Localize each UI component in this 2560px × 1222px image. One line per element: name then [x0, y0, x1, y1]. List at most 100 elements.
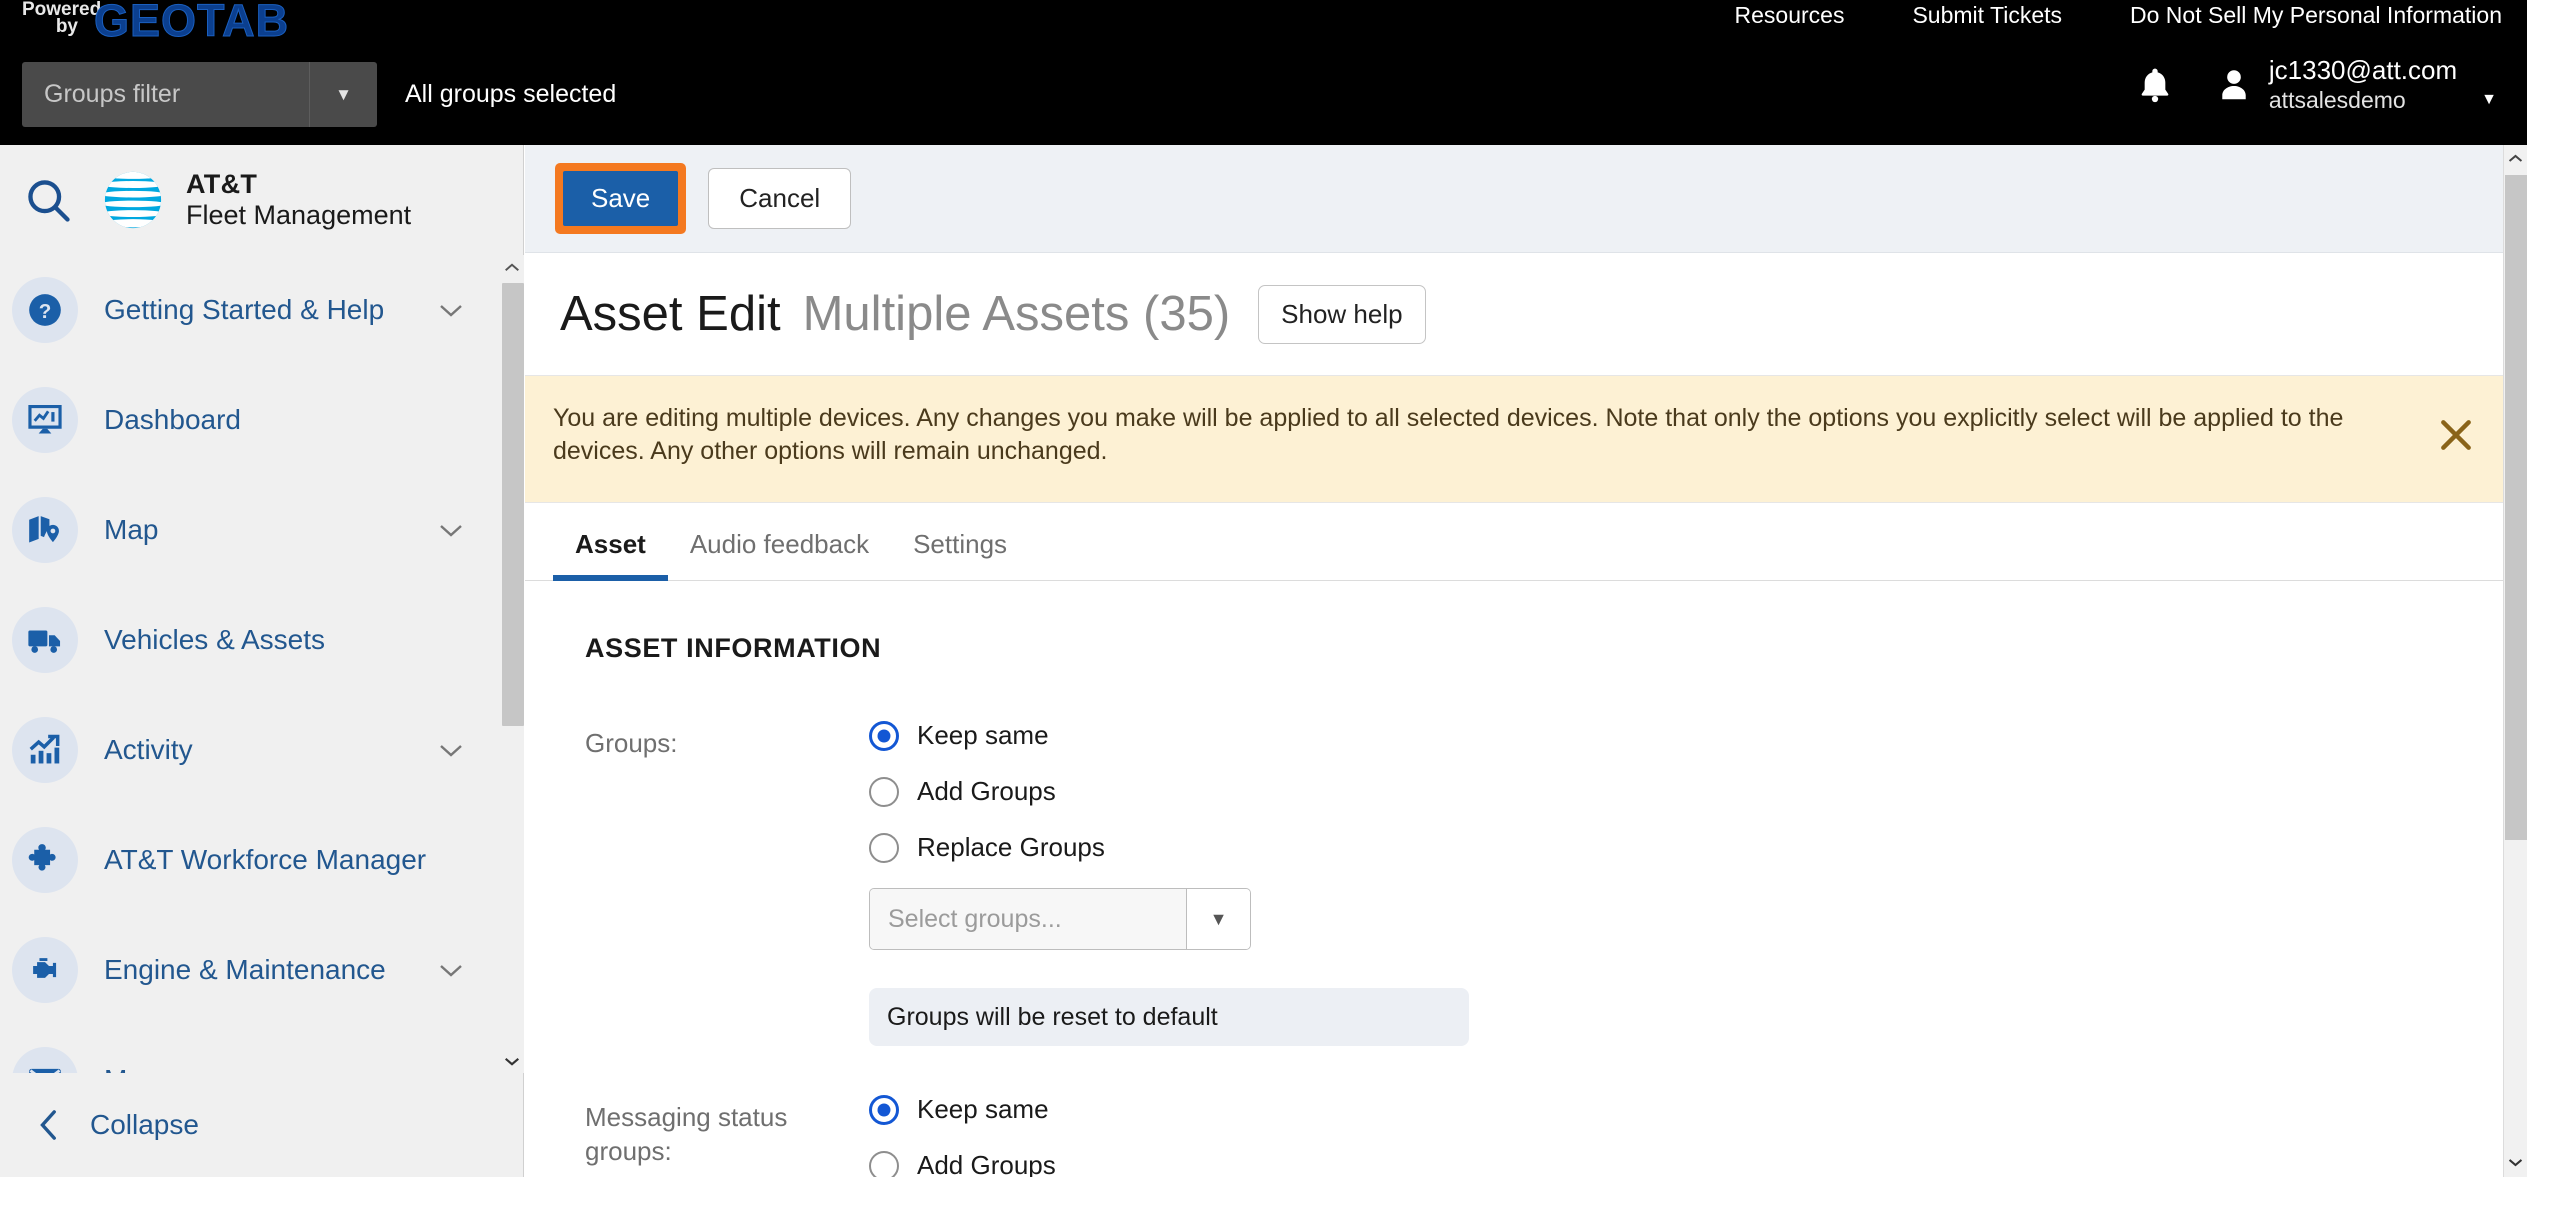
chevron-down-icon[interactable]: ▼ — [2481, 91, 2497, 109]
select-groups-input[interactable]: Select groups... — [870, 889, 1186, 949]
chevron-left-icon — [40, 1110, 56, 1140]
top-nav-links: Resources Submit Tickets Do Not Sell My … — [1735, 2, 2502, 29]
app-root: Powered by GEOTAB Resources Submit Ticke… — [0, 0, 2560, 1222]
sidebar-scrollbar[interactable] — [500, 255, 524, 1073]
sidebar-item-vehicles-assets[interactable]: Vehicles & Assets — [0, 585, 500, 695]
window-right-rail — [2527, 0, 2560, 1222]
account-database: attsalesdemo — [2268, 87, 2406, 113]
search-icon[interactable] — [22, 174, 74, 226]
radio-msg-keep-same[interactable]: Keep same — [869, 1094, 2503, 1125]
brand-line-1: AT&T — [186, 169, 258, 199]
warning-text: You are editing multiple devices. Any ch… — [553, 404, 2344, 465]
tab-settings[interactable]: Settings — [891, 529, 1029, 580]
nav-link-resources[interactable]: Resources — [1735, 2, 1845, 29]
tab-audio-feedback[interactable]: Audio feedback — [668, 529, 891, 580]
sidebar-item-activity[interactable]: Activity — [0, 695, 500, 805]
sidebar-item-label: Engine & Maintenance — [104, 954, 386, 985]
sidebar-item-engine-maintenance[interactable]: Engine & Maintenance — [0, 915, 500, 1025]
envelope-icon — [12, 1047, 78, 1073]
all-groups-status: All groups selected — [405, 80, 617, 108]
powered-by-text: Powered by — [22, 0, 101, 37]
main-content: Save Cancel Asset Edit Multiple Assets (… — [525, 145, 2503, 1177]
scroll-up-arrow-icon[interactable] — [2504, 145, 2527, 171]
account-email: jc1330@att.com — [2268, 55, 2458, 85]
select-groups-control[interactable]: Select groups... ▼ — [869, 888, 1251, 950]
close-icon[interactable] — [2437, 416, 2475, 454]
sidebar-scrollbar-thumb[interactable] — [502, 283, 524, 726]
sidebar-item-label: Messages — [104, 1064, 232, 1073]
chevron-down-icon[interactable] — [438, 742, 464, 758]
multi-edit-warning-banner: You are editing multiple devices. Any ch… — [525, 375, 2503, 503]
form-row-messaging-status-groups: Messaging status groups: Keep same Add G… — [585, 1094, 2503, 1177]
sidebar-item-workforce-manager[interactable]: AT&T Workforce Manager — [0, 805, 500, 915]
groups-filter-control[interactable]: Groups filter ▼ — [22, 62, 377, 127]
collapse-sidebar-button[interactable]: Collapse — [0, 1073, 523, 1177]
sidebar-item-label: Vehicles & Assets — [104, 624, 326, 655]
tab-asset[interactable]: Asset — [553, 529, 668, 581]
chevron-down-icon[interactable]: ▼ — [309, 62, 377, 127]
sidebar-item-messages[interactable]: Messages — [0, 1025, 500, 1073]
groups-filter-bar: Groups filter ▼ All groups selected — [22, 62, 616, 127]
cancel-button[interactable]: Cancel — [708, 168, 852, 229]
att-globe-logo-icon — [102, 169, 164, 231]
main-scrollbar[interactable] — [2503, 145, 2527, 1177]
scroll-up-arrow-icon[interactable] — [500, 255, 524, 279]
radio-groups-add-groups[interactable]: Add Groups — [869, 776, 2503, 807]
sidebar-item-dashboard[interactable]: Dashboard — [0, 365, 500, 475]
radio-icon[interactable] — [869, 1094, 899, 1125]
sidebar-item-map[interactable]: Map — [0, 475, 500, 585]
scroll-down-arrow-icon[interactable] — [2504, 1149, 2527, 1175]
notification-bell-icon[interactable] — [2135, 63, 2175, 107]
tab-bar: Asset Audio feedback Settings — [525, 503, 2503, 581]
messaging-status-groups-label: Messaging status groups: — [585, 1102, 788, 1166]
groups-filter-input[interactable]: Groups filter — [22, 62, 309, 127]
account-menu[interactable]: jc1330@att.com attsalesdemo ▼ — [2215, 55, 2497, 115]
messaging-status-groups-control: Keep same Add Groups — [869, 1094, 2503, 1177]
page-title: Asset Edit — [560, 287, 781, 341]
chevron-down-icon[interactable] — [438, 302, 464, 318]
engine-icon — [12, 937, 78, 1003]
geotab-wordmark: GEOTAB — [93, 0, 290, 46]
radio-label: Replace Groups — [917, 832, 1105, 862]
svg-text:?: ? — [39, 300, 52, 323]
form-row-groups: Groups: Keep same Add Groups Replace Gro… — [585, 720, 2503, 1046]
chevron-down-icon[interactable] — [438, 962, 464, 978]
radio-label: Add Groups — [917, 776, 1056, 806]
collapse-label: Collapse — [90, 1109, 199, 1140]
truck-icon — [12, 607, 78, 673]
chevron-down-icon[interactable]: ▼ — [1186, 889, 1250, 949]
nav-link-do-not-sell[interactable]: Do Not Sell My Personal Information — [2130, 2, 2502, 29]
radio-icon[interactable] — [869, 1150, 899, 1177]
sidebar-item-label: Getting Started & Help — [104, 294, 385, 325]
radio-msg-add-groups[interactable]: Add Groups — [869, 1150, 2503, 1177]
sidebar-item-label: Map — [104, 514, 159, 545]
radio-icon[interactable] — [869, 776, 899, 807]
radio-icon[interactable] — [869, 832, 899, 863]
user-avatar-icon — [2215, 64, 2253, 106]
sidebar-item-getting-started[interactable]: ? Getting Started & Help — [0, 255, 500, 365]
brand-line-2: Fleet Management — [186, 200, 412, 230]
by-word: by — [55, 16, 78, 37]
radio-groups-replace-groups[interactable]: Replace Groups — [869, 832, 2503, 863]
groups-label: Groups: — [585, 728, 678, 758]
account-text: jc1330@att.com attsalesdemo — [2269, 55, 2457, 115]
asset-form: ASSET INFORMATION Groups: Keep same Add … — [525, 581, 2503, 1177]
chevron-down-icon[interactable] — [438, 522, 464, 538]
save-button[interactable]: Save — [563, 171, 679, 226]
show-help-button[interactable]: Show help — [1258, 284, 1426, 344]
radio-label: Keep same — [917, 720, 1049, 750]
section-title-asset-information: ASSET INFORMATION — [585, 633, 882, 663]
radio-icon[interactable] — [869, 720, 899, 751]
scroll-down-arrow-icon[interactable] — [500, 1049, 524, 1073]
left-sidebar: AT&T Fleet Management ? Getting Started … — [0, 145, 524, 1177]
sidebar-item-label: Dashboard — [104, 404, 241, 435]
sidebar-nav-list: ? Getting Started & Help Dashboard Map V… — [0, 255, 500, 1073]
chart-trend-icon — [12, 717, 78, 783]
radio-label: Add Groups — [917, 1150, 1056, 1177]
account-area: jc1330@att.com attsalesdemo ▼ — [2135, 55, 2497, 115]
main-scrollbar-thumb[interactable] — [2505, 175, 2527, 840]
groups-control: Keep same Add Groups Replace Groups Sele… — [869, 720, 2503, 1046]
radio-groups-keep-same[interactable]: Keep same — [869, 720, 2503, 751]
puzzle-piece-icon — [12, 827, 78, 893]
nav-link-submit-tickets[interactable]: Submit Tickets — [1912, 2, 2062, 29]
